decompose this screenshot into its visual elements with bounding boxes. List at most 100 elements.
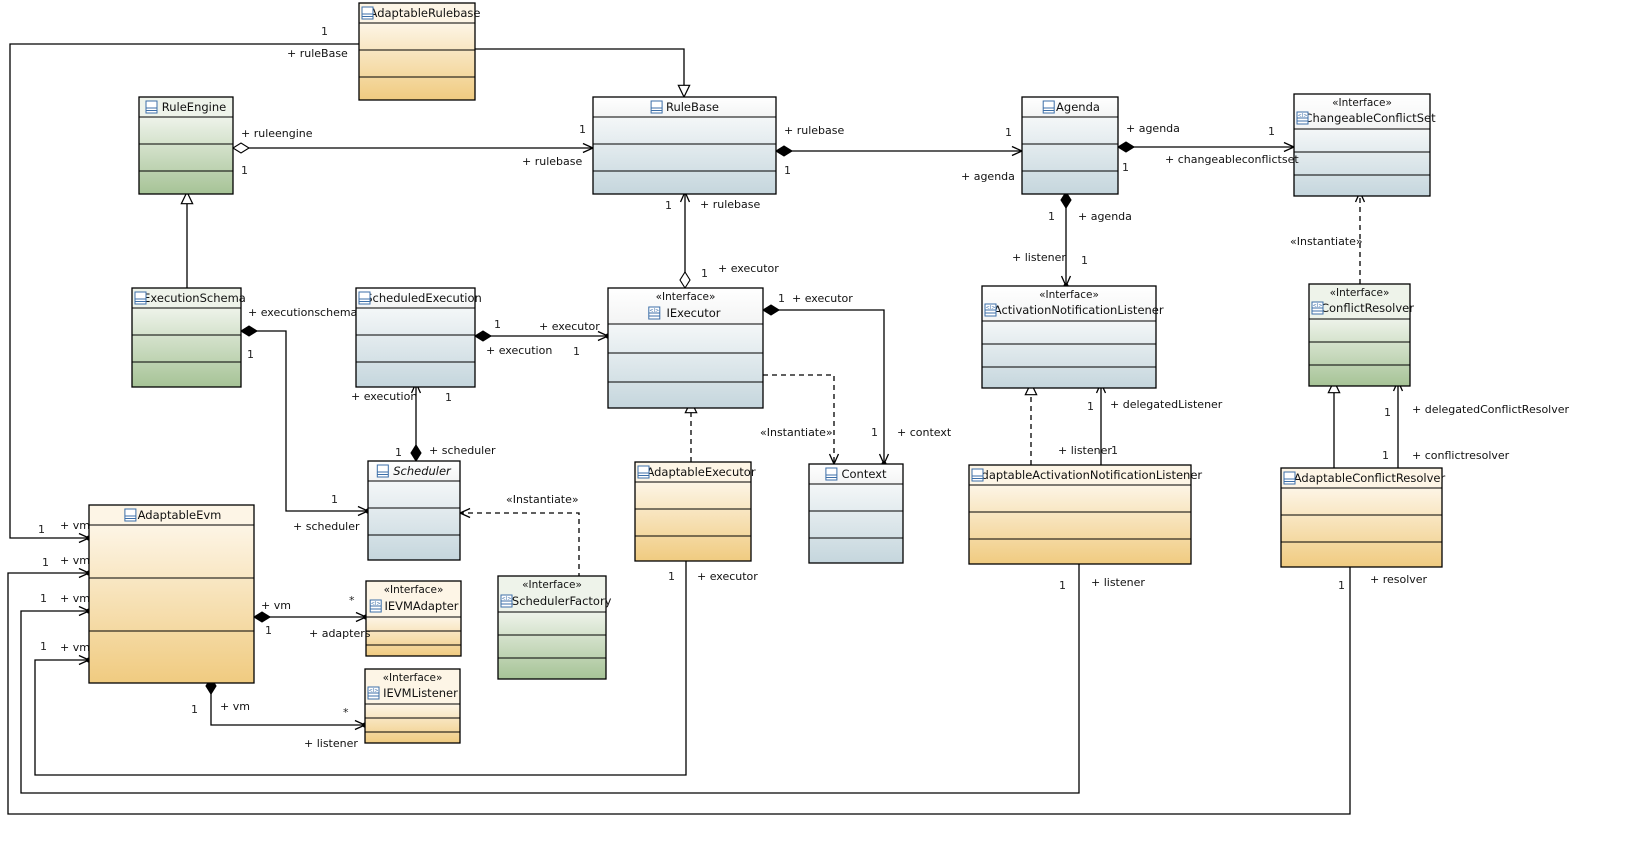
relationship-composition-agenda-to-changeable-conflict-set[interactable] [1116,141,1296,153]
role-label: + agenda [961,170,1015,183]
relationship-aggregation-rule-engine-to-rule-base[interactable] [231,142,595,154]
class-body [89,525,254,683]
svg-text:<I>: <I> [369,688,379,694]
multiplicity-label: 1 [1338,579,1345,592]
multiplicity-label: 1 [445,391,452,404]
connector-line[interactable] [475,48,685,97]
class-icon [134,291,147,305]
role-label: + executor [792,292,853,305]
role-label: + adapters [309,627,371,640]
relationship-instantiate-i-scheduler-factory-to-scheduler[interactable] [458,507,580,578]
class-i-executor[interactable]: «Interface» IExecutor <I> [607,287,764,409]
relationship-instantiate-i-executor-to-context[interactable] [763,374,840,466]
class-adaptable-executor[interactable]: AdaptableExecutor [634,461,756,562]
class-icon [145,100,158,114]
class-scheduled-execution[interactable]: ScheduledExecution [355,287,482,388]
multiplicity-label: 1 [395,446,402,459]
instantiate-stereotype-label: «Instantiate» [1290,235,1363,248]
role-label: + listener [1012,251,1066,264]
interface-icon: <I> [369,599,382,613]
uml-class-diagram: AdaptableRulebase RuleEngine RuleBase Agend… [7,2,1570,815]
role-label: + scheduler [293,520,360,533]
class-changeable-conflict-set[interactable]: «Interface» ChangeableConflictSet<I> [1293,93,1436,197]
class-body [1309,319,1410,386]
class-conflict-resolver[interactable]: «Interface» ConflictResolver<I> [1308,283,1414,387]
relationship-composition-adaptable-evm-to-ievm-adapter[interactable] [252,611,369,623]
svg-text:<I>: <I> [371,601,381,607]
relationship-composition-execution-schema-to-scheduler[interactable] [239,325,371,517]
class-body [366,617,461,656]
classes-layer: AdaptableRulebase RuleEngine RuleBase Agend… [88,2,1446,744]
multiplicity-label: 1 [701,267,708,280]
class-agenda[interactable]: Agenda [1021,96,1119,195]
multiplicity-label: 1 [247,348,254,361]
relationship-realization-adaptable-executor-to-i-executor[interactable] [684,399,698,462]
relationship-generalization-adaptable-rulebase-to-rule-base[interactable] [475,48,691,99]
class-ievm-listener[interactable]: «Interface» IEVMListener <I> [364,668,461,744]
class-body [809,484,903,563]
connector-line[interactable] [763,309,885,464]
role-label: + scheduler [429,444,496,457]
class-stereotype: «Interface» [383,672,443,684]
class-stereotype: «Interface» [384,584,444,596]
class-body [498,612,606,679]
role-label: + ruleengine [241,127,313,140]
class-name: AdaptableExecutor [646,465,755,479]
role-label: + executor [539,320,600,333]
class-stereotype: «Interface» [1332,97,1392,109]
class-name: AdaptableConflictResolver [1294,471,1446,485]
relationship-composition-rule-base-to-agenda[interactable] [774,145,1024,157]
multiplicity-label: 1 [40,592,47,605]
class-rule-engine[interactable]: RuleEngine [138,96,234,195]
generalization-triangle [677,84,691,99]
relationship-association-adaptable-conflict-resolver-to-conflict-resolver[interactable] [1392,378,1404,468]
role-label: + executionschema [248,306,357,319]
class-i-scheduler-factory[interactable]: «Interface» ISchedulerFactory<I> [497,575,612,680]
class-adaptable-rulebase[interactable]: AdaptableRulebase [358,2,481,101]
class-icon [1042,100,1055,114]
relationship-generalization-execution-schema-to-rule-engine[interactable] [180,190,194,288]
class-body [969,485,1191,564]
class-icon [637,465,650,479]
multiplicity-label: 1 [778,292,785,305]
aggregation-diamond [679,270,691,290]
class-context[interactable]: Context [808,463,904,564]
class-rule-base[interactable]: RuleBase [592,96,777,195]
svg-text:<I>: <I> [1298,113,1308,119]
multiplicity-label: 1 [1268,125,1275,138]
connector-line[interactable] [460,512,580,578]
class-scheduler[interactable]: Scheduler [367,460,461,561]
relationship-composition-agenda-to-i-activation-notification-listener[interactable] [1060,190,1072,289]
multiplicity-label: 1 [1087,400,1094,413]
role-label: + conflictresolver [1412,449,1510,462]
relationship-aggregation-i-executor-to-rule-base[interactable] [679,190,691,290]
relationship-composition-i-executor-to-context[interactable] [761,304,890,467]
class-name: ConflictResolver [1321,301,1414,315]
class-name: RuleEngine [162,100,226,114]
role-label: + resolver [1370,573,1428,586]
class-body [593,117,776,194]
class-name: IEVMAdapter [384,599,458,613]
connector-line[interactable] [763,374,835,464]
class-execution-schema[interactable]: ExecutionSchema [131,287,246,388]
class-name: Scheduler [393,464,452,478]
class-adaptable-evm[interactable]: AdaptableEvm [88,504,255,684]
relationship-realization-adaptable-activation-notification-listener-to-i-activation-notification-listener[interactable] [1024,381,1038,465]
svg-text:<I>: <I> [502,596,512,602]
class-name: ChangeableConflictSet [1304,111,1436,125]
class-ievm-adapter[interactable]: «Interface» IEVMAdapter<I> [365,580,462,657]
class-name: IActivationNotificationListener [990,303,1163,317]
class-adaptable-activation-notification-listener[interactable]: AdaptableActivationNotificationListener [968,464,1203,565]
class-name: AdaptableRulebase [370,6,481,20]
class-adaptable-conflict-resolver[interactable]: AdaptableConflictResolver [1280,467,1446,568]
role-label: + listener [1091,576,1145,589]
composition-diamond [239,325,259,337]
class-i-activation-notification-listener[interactable]: «Interface» IActivationNotificationListen… [981,285,1164,389]
class-name: Context [841,467,887,481]
class-body [365,704,460,743]
role-label: + delegatedListener [1110,398,1223,411]
relationship-generalization-adaptable-conflict-resolver-to-conflict-resolver[interactable] [1327,379,1341,468]
interface-icon: <I> [648,306,661,320]
connector-line[interactable] [241,330,368,512]
class-name: AdaptableActivationNotificationListener [974,468,1203,482]
